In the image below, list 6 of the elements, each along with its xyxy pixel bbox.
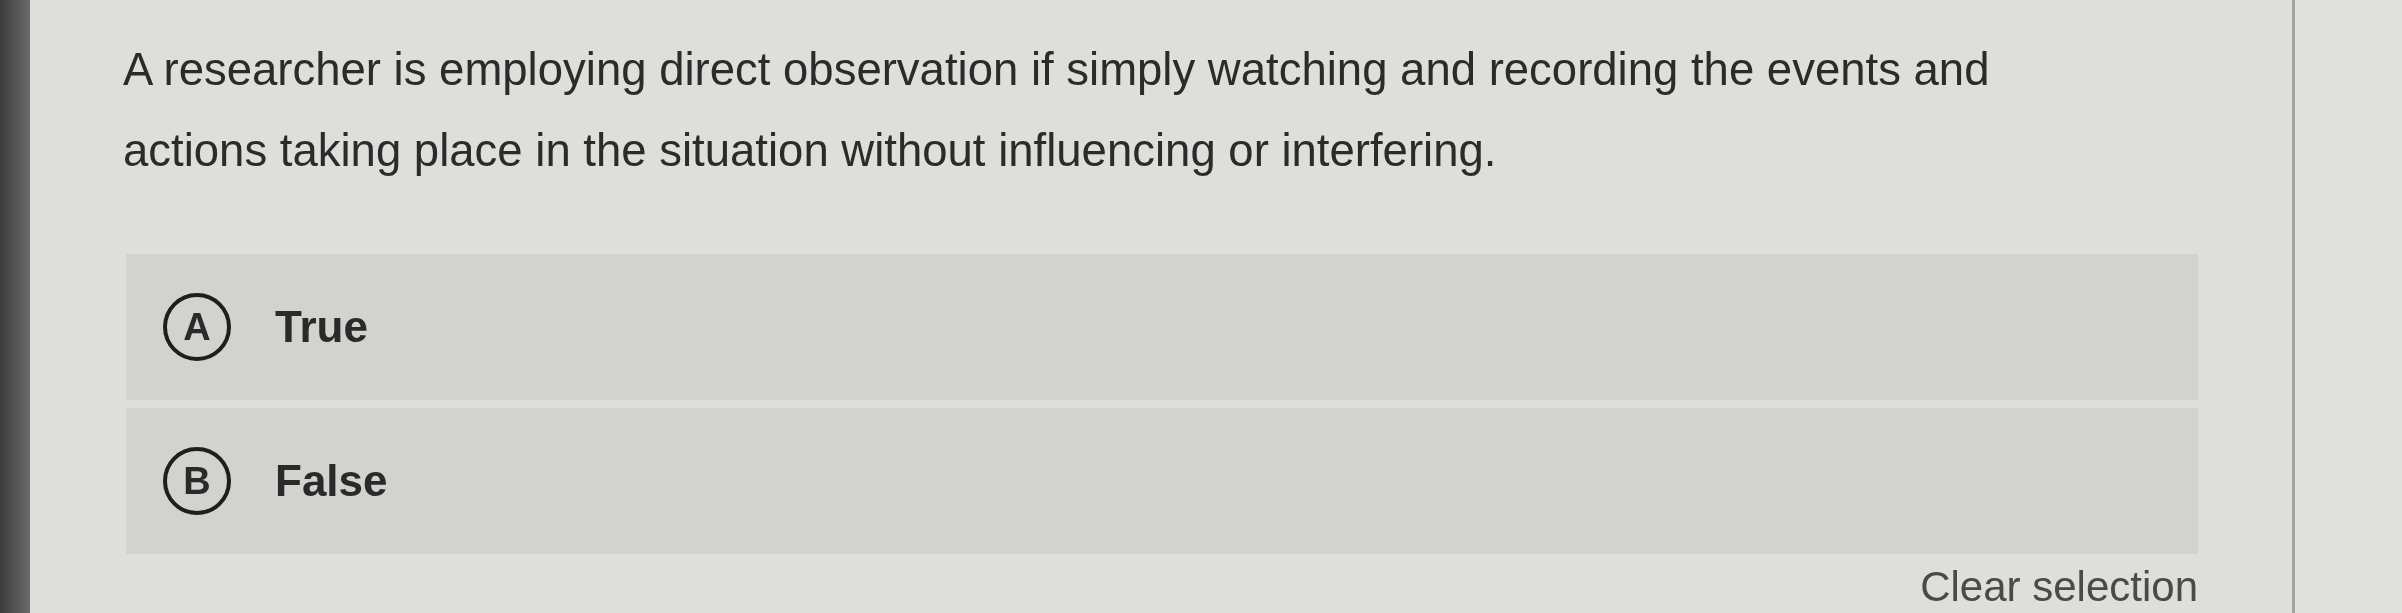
answer-option[interactable]: A True [126,254,2198,400]
clear-selection-link[interactable]: Clear selection [1920,564,2198,610]
option-letter: B [163,447,231,515]
answer-option[interactable]: B False [126,408,2198,554]
option-letter: A [163,293,231,361]
question-text: A researcher is employing direct observation if simply watching and recording the events and actions taking place in the situation without influencing or interfering. [123,43,1991,178]
